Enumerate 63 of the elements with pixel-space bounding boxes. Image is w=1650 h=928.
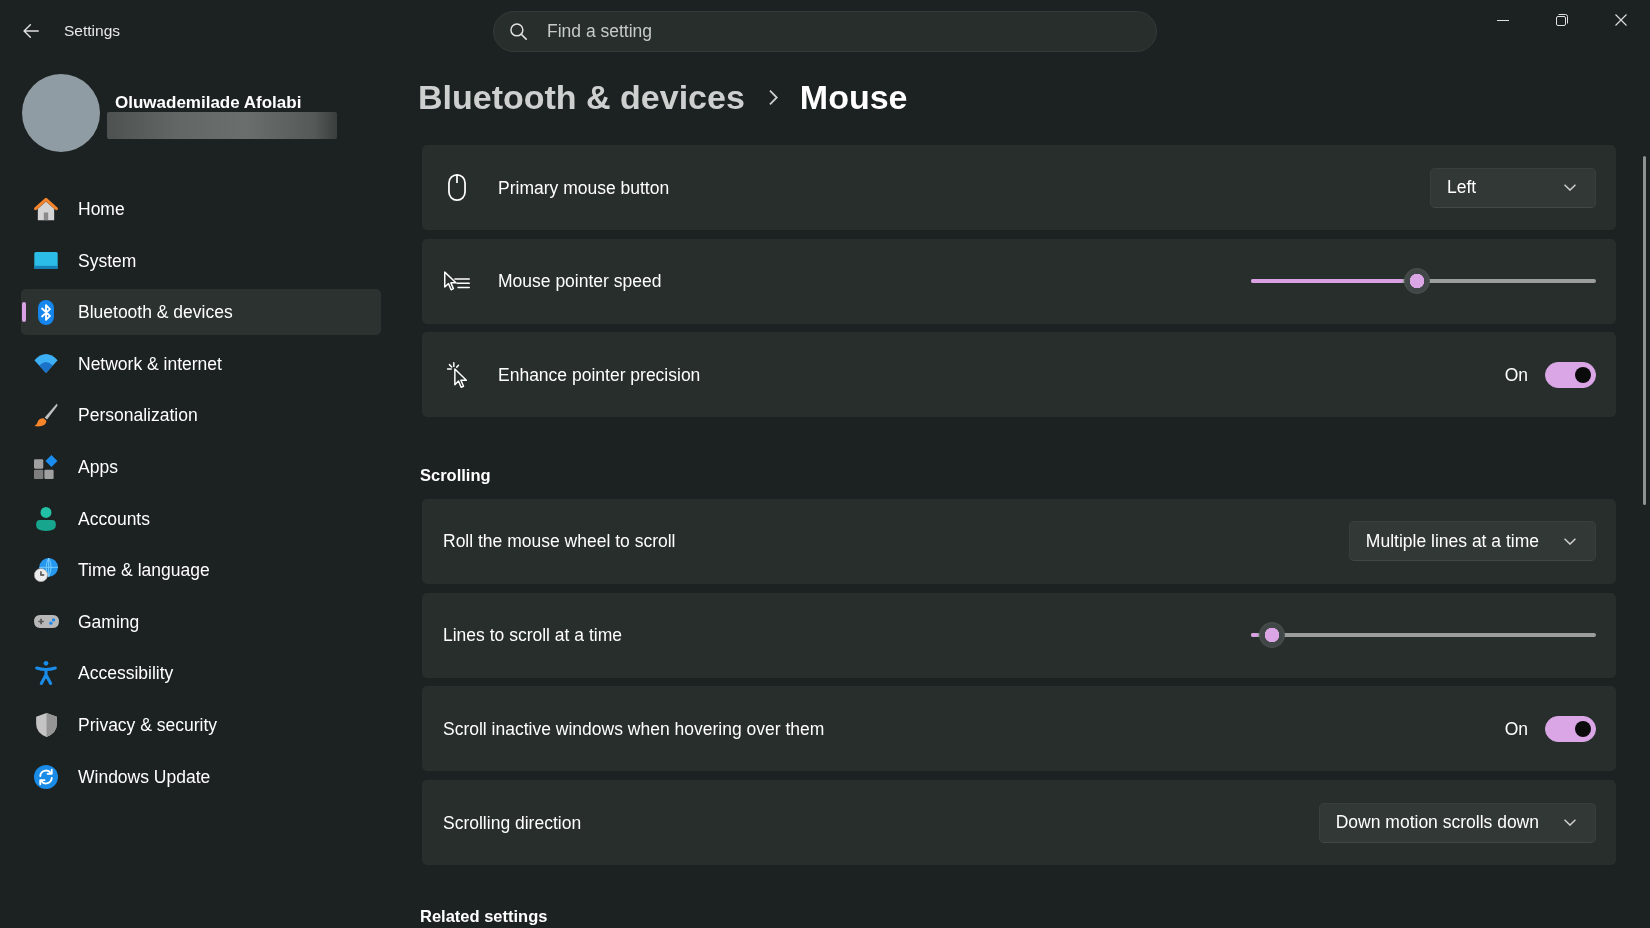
dropdown[interactable]: Left (1430, 167, 1596, 208)
chevron-right-icon (768, 89, 778, 105)
nav-item[interactable]: Bluetooth & devices (21, 289, 381, 336)
selection-bar-icon (22, 302, 26, 323)
nav-item[interactable]: Home (21, 186, 381, 232)
setting-label: Enhance pointer precision (498, 363, 702, 386)
accessibility-figure-icon (35, 661, 57, 686)
breadcrumb-link[interactable]: Bluetooth & devices (418, 77, 745, 117)
chevron-down-icon (1564, 537, 1576, 545)
mouse-icon (448, 174, 466, 201)
setting-label: Lines to scroll at a time (443, 624, 623, 647)
gamepad-icon (33, 615, 59, 629)
nav-item[interactable]: Gaming (21, 598, 381, 645)
apps-grid-icon (34, 454, 58, 479)
dropdown[interactable]: Down motion scrolls down (1318, 802, 1596, 843)
paintbrush-icon (34, 403, 58, 428)
monitor-icon (34, 252, 58, 270)
section-heading: Related settings (420, 906, 549, 927)
search-icon (510, 23, 527, 40)
page-title: Mouse (799, 77, 908, 117)
nav-item[interactable]: Apps (21, 443, 381, 490)
scrollbar[interactable] (1643, 156, 1646, 505)
dropdown[interactable]: Multiple lines at a time (1348, 521, 1596, 562)
nav-item[interactable]: System (21, 237, 381, 284)
pointer-speed-icon (444, 271, 470, 292)
globe-clock-icon (34, 558, 58, 583)
slider[interactable] (1251, 268, 1596, 295)
section-heading: Scrolling (420, 464, 492, 486)
setting-label: Scrolling direction (443, 811, 583, 834)
back-arrow-icon (23, 24, 39, 38)
slider-thumb[interactable] (1258, 622, 1285, 649)
restore-icon (1555, 14, 1568, 26)
nav-item[interactable]: Accessibility (21, 650, 381, 697)
slider[interactable] (1251, 622, 1596, 649)
toggle-switch[interactable] (1545, 715, 1596, 742)
person-icon (36, 506, 56, 531)
shield-icon (35, 712, 57, 737)
pointer-sparkle-icon (446, 361, 468, 388)
close-icon (1614, 14, 1627, 26)
wifi-icon (34, 354, 58, 374)
bluetooth-icon (38, 299, 54, 325)
home-icon (34, 197, 58, 221)
nav-item[interactable]: Network & internet (21, 340, 381, 387)
refresh-icon (34, 764, 58, 789)
setting-label: Roll the mouse wheel to scroll (443, 530, 677, 553)
search-field[interactable]: Find a setting (493, 11, 1157, 52)
chevron-down-icon (1564, 184, 1576, 191)
user-name: Oluwademilade Afolabi (115, 93, 302, 113)
nav-item[interactable]: Windows Update (21, 753, 381, 800)
minimize-icon (1496, 19, 1509, 21)
setting-label: Mouse pointer speed (498, 270, 663, 293)
setting-label: Scroll inactive windows when hovering over them (443, 717, 826, 740)
chevron-down-icon (1564, 819, 1576, 827)
toggle-state-label: On (1504, 363, 1528, 386)
setting-label: Primary mouse button (498, 176, 671, 199)
nav-item[interactable]: Accounts (21, 495, 381, 542)
nav-item[interactable]: Time & language (21, 547, 381, 594)
toggle-state-label: On (1504, 717, 1528, 740)
nav-item[interactable]: Privacy & security (21, 701, 381, 748)
toggle-switch[interactable] (1545, 361, 1596, 388)
window-title: Settings (64, 21, 120, 41)
nav-item[interactable]: Personalization (21, 392, 381, 439)
slider-thumb[interactable] (1403, 268, 1430, 295)
